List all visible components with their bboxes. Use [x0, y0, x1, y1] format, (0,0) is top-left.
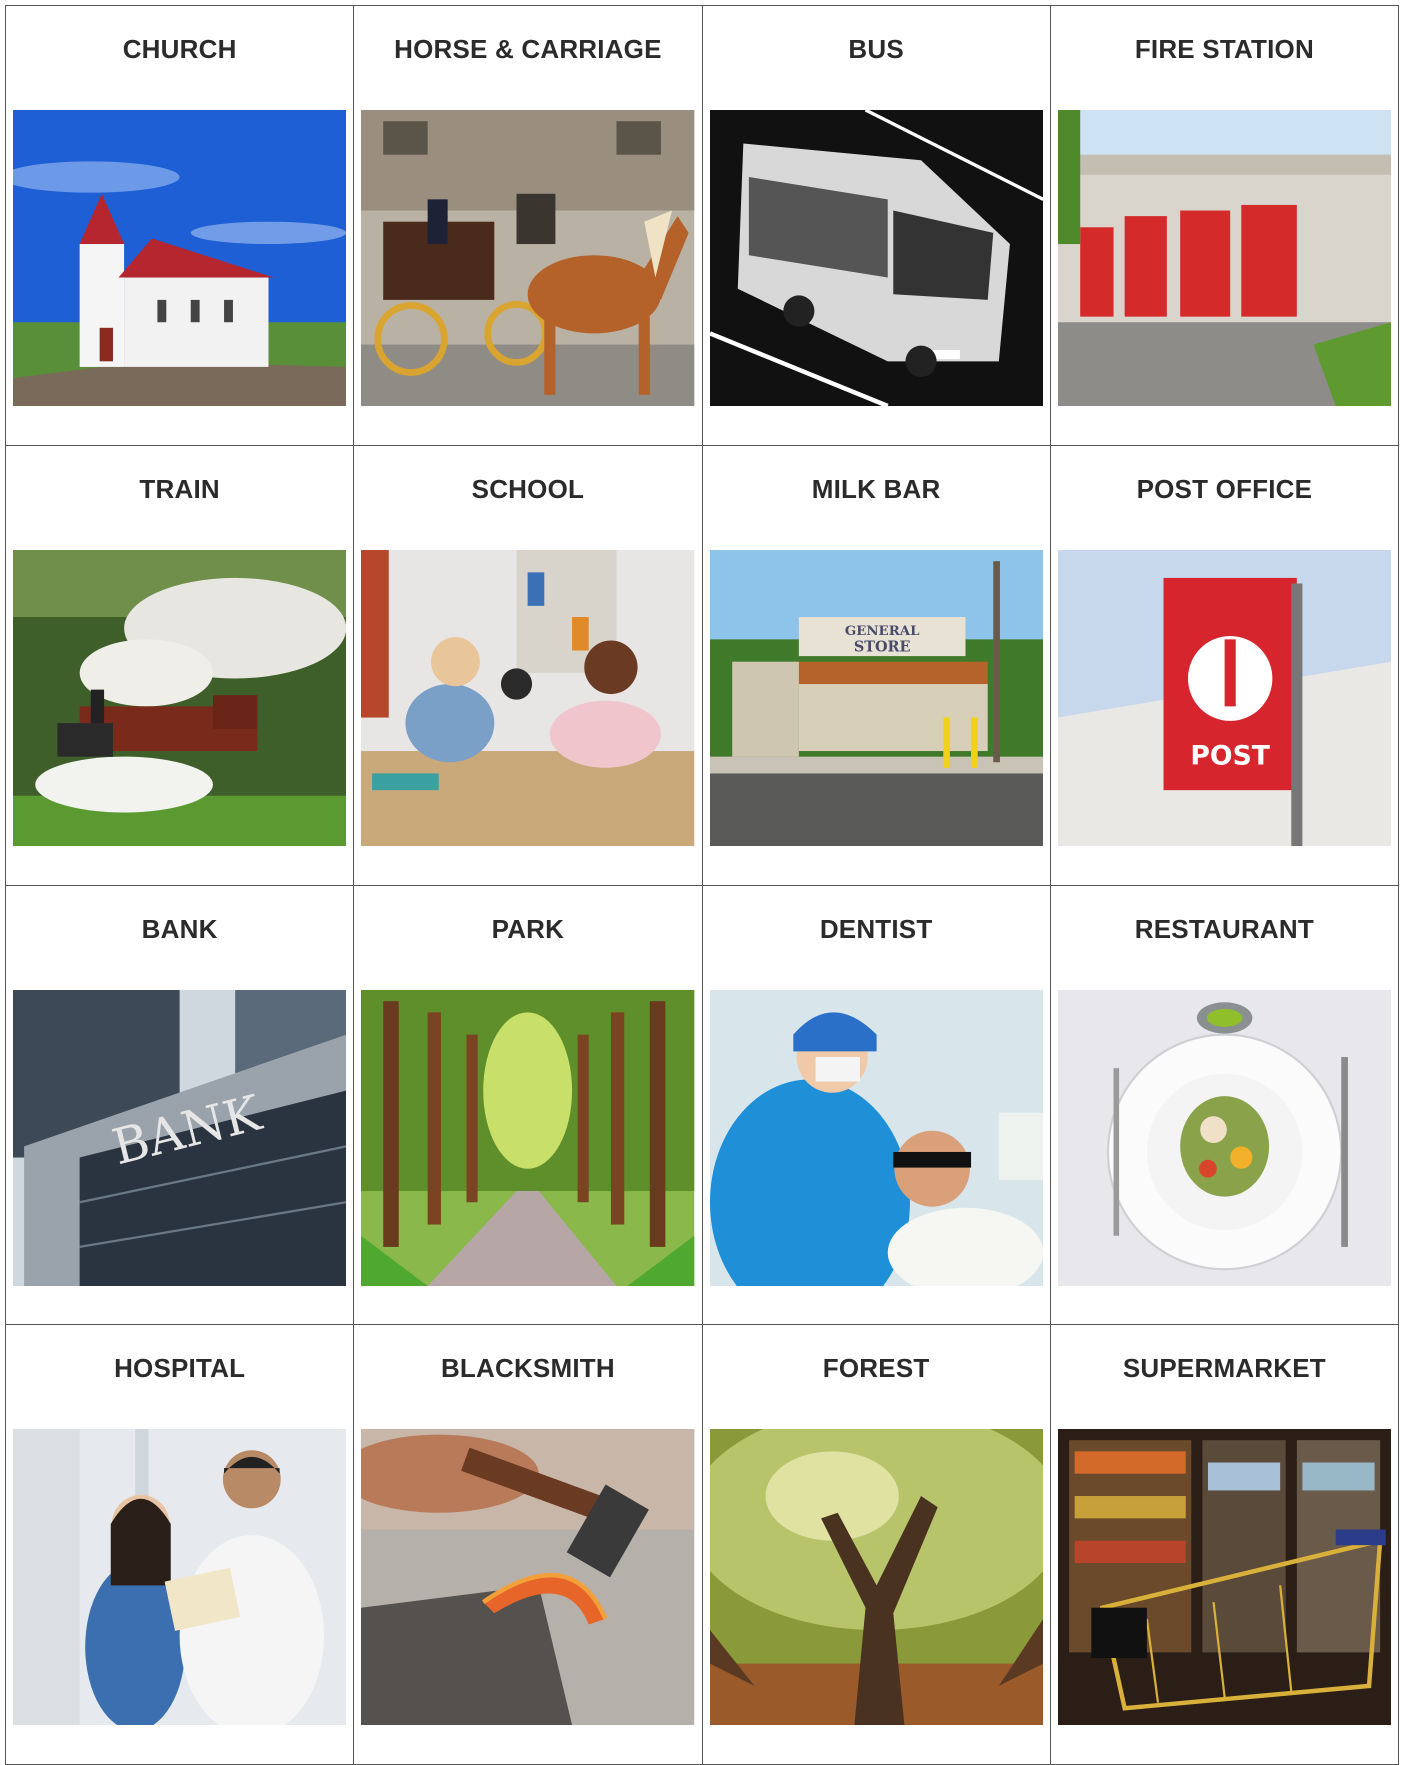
card-label: BLACKSMITH: [440, 1353, 615, 1384]
card-park: PARK: [354, 885, 703, 1326]
card-hospital: HOSPITAL: [6, 1325, 355, 1765]
card-label: HORSE & CARRIAGE: [394, 34, 662, 64]
card-label: DENTIST: [819, 913, 933, 944]
horse-carriage-photo: [361, 110, 695, 406]
forest-tree-photo: [709, 1429, 1043, 1726]
svg-text:POST: POST: [1190, 740, 1270, 771]
card-label: RESTAURANT: [1134, 913, 1314, 944]
general-store-photo: GENERAL STORE: [709, 549, 1043, 846]
card-label: TRAIN: [139, 473, 220, 504]
picture-card-grid: CHURCH HORSE & CARRIAGE BUS FIRE STATION…: [5, 5, 1399, 1765]
card-post-office: POST OFFICE POST: [1050, 445, 1399, 886]
bank-building-photo: BANK: [13, 989, 347, 1286]
card-horse-carriage: HORSE & CARRIAGE: [354, 6, 703, 446]
svg-text:STORE: STORE: [853, 638, 910, 655]
card-fire-station: FIRE STATION: [1050, 6, 1399, 446]
card-supermarket: SUPERMARKET: [1050, 1325, 1399, 1765]
card-label: SCHOOL: [471, 473, 585, 504]
card-church: CHURCH: [6, 6, 355, 446]
card-dentist: DENTIST: [702, 885, 1051, 1326]
card-label: PARK: [491, 913, 565, 944]
restaurant-plate-photo: [1057, 989, 1391, 1286]
card-milk-bar: MILK BAR GENERAL STORE: [702, 445, 1051, 886]
card-label: POST OFFICE: [1136, 473, 1313, 504]
card-label: FOREST: [822, 1353, 930, 1384]
post-sign-photo: POST: [1057, 549, 1391, 846]
card-label: BANK: [141, 913, 218, 944]
svg-text:GENERAL: GENERAL: [844, 623, 919, 639]
card-label: SUPERMARKET: [1122, 1353, 1326, 1384]
shopping-trolley-photo: [1057, 1429, 1391, 1726]
blacksmith-anvil-photo: [361, 1429, 695, 1726]
card-bank: BANK BANK: [6, 885, 355, 1326]
card-school: SCHOOL: [354, 445, 703, 886]
hospital-staff-photo: [13, 1429, 347, 1726]
classroom-photo: [361, 549, 695, 846]
fire-station-photo: [1057, 110, 1391, 406]
card-label: HOSPITAL: [114, 1353, 246, 1384]
card-label: BUS: [848, 34, 904, 64]
card-blacksmith: BLACKSMITH: [354, 1325, 703, 1765]
card-label: MILK BAR: [811, 473, 941, 504]
card-bus: BUS: [702, 6, 1051, 446]
park-path-photo: [361, 989, 695, 1286]
card-label: CHURCH: [122, 34, 237, 64]
dentist-photo: [709, 989, 1043, 1286]
card-restaurant: RESTAURANT: [1050, 885, 1399, 1326]
steam-train-photo: [13, 549, 347, 846]
church-photo: [13, 110, 347, 406]
bus-photo: [709, 110, 1043, 406]
card-train: TRAIN: [6, 445, 355, 886]
card-label: FIRE STATION: [1134, 34, 1314, 64]
card-forest: FOREST: [702, 1325, 1051, 1765]
